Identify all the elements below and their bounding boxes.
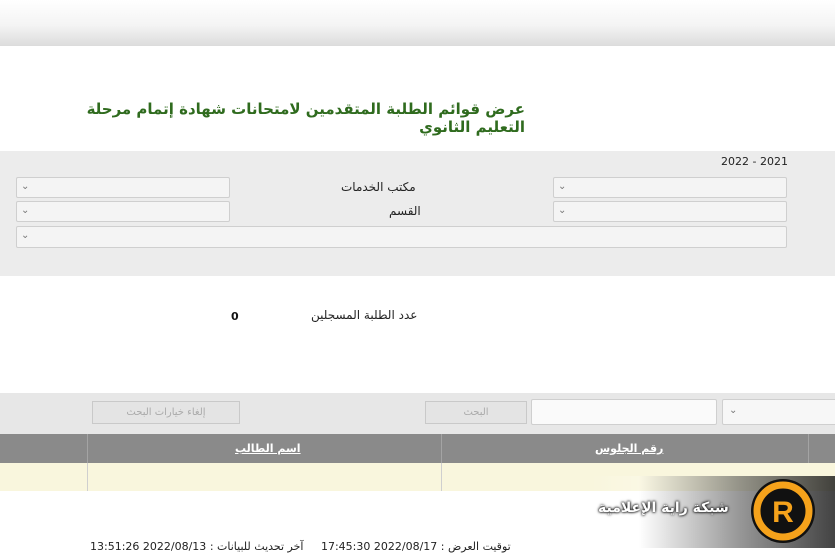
section-detail-select[interactable]: ⌄ [16, 201, 230, 222]
logo-letter: R [772, 496, 794, 529]
office-detail-select[interactable]: ⌄ [16, 177, 230, 198]
page-title: عرض قوائم الطلبة المتقدمين لامتحانات شها… [86, 100, 525, 136]
column-divider [441, 463, 442, 491]
column-divider [808, 434, 809, 463]
office-select[interactable]: ⌄ [553, 177, 787, 198]
search-button[interactable]: البحث [425, 401, 527, 424]
chevron-down-icon: ⌄ [21, 230, 30, 241]
display-time-value: 2022/08/17 17:45:30 [320, 540, 438, 553]
school-select[interactable]: ⌄ [16, 226, 787, 248]
chevron-down-icon: ⌄ [21, 181, 30, 192]
search-input[interactable] [531, 399, 717, 425]
office-label: مكتب الخدمات [341, 180, 416, 194]
column-divider [441, 434, 442, 463]
table-header [0, 434, 835, 463]
registered-count-label: عدد الطلبة المسجلين [311, 308, 418, 322]
academic-year: 2022 - 2021 [721, 155, 788, 168]
last-update-label: آخر تحديث للبيانات : [209, 540, 304, 553]
column-divider [87, 463, 88, 491]
raya-logo: R [749, 477, 817, 545]
search-field-select[interactable]: ⌄ [722, 399, 835, 425]
display-time-label: توقيت العرض : [440, 540, 511, 553]
section-label: القسم [389, 204, 421, 218]
registered-count-value: 0 [231, 310, 239, 323]
top-banner [0, 0, 835, 46]
cancel-search-button[interactable]: إلغاء خيارات البحث [92, 401, 240, 424]
watermark-text: شبكة راية الإعلامية [598, 500, 729, 516]
chevron-down-icon: ⌄ [558, 205, 567, 216]
section-select[interactable]: ⌄ [553, 201, 787, 222]
column-seat-number[interactable]: رقم الجلوس [595, 442, 663, 455]
column-divider [87, 434, 88, 463]
chevron-down-icon: ⌄ [21, 205, 30, 216]
chevron-down-icon: ⌄ [729, 405, 738, 416]
chevron-down-icon: ⌄ [558, 181, 567, 192]
last-update-value: 2022/08/13 13:51:26 [90, 540, 207, 553]
column-student-name[interactable]: اسم الطالب [235, 442, 301, 455]
footer-timestamps: توقيت العرض : 2022/08/17 17:45:30 آخر تح… [90, 540, 511, 553]
